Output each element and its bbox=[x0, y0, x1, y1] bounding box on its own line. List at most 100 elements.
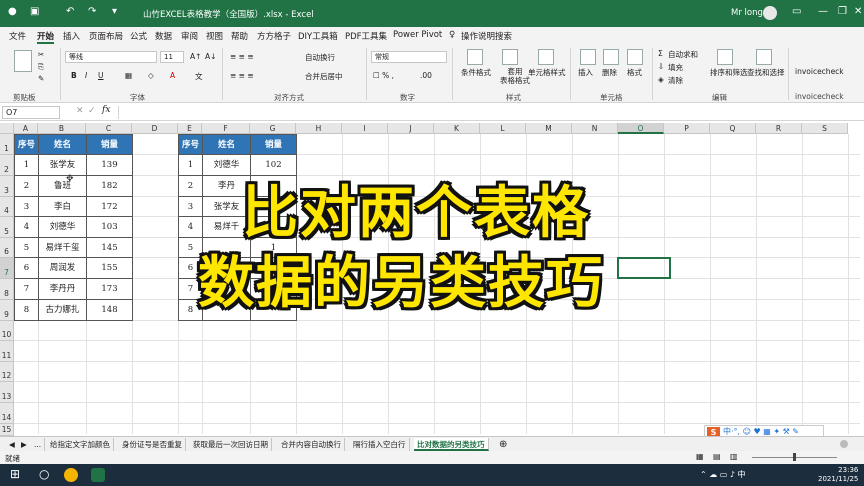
bold-icon[interactable]: B bbox=[71, 71, 77, 80]
tab-file[interactable]: 文件 bbox=[9, 30, 26, 42]
chrome-icon[interactable] bbox=[64, 468, 78, 482]
sheet-tab[interactable]: 隔行插入空白行 bbox=[350, 438, 410, 451]
selected-cell-o7[interactable] bbox=[617, 257, 671, 279]
row-header-3[interactable]: 3 bbox=[0, 176, 14, 197]
clear-button[interactable]: 清除 bbox=[668, 75, 683, 86]
table1-cell[interactable]: 139 bbox=[86, 154, 133, 176]
conditional-format-button[interactable]: 条件格式 bbox=[461, 67, 491, 78]
cut-icon[interactable]: ✂ bbox=[38, 50, 44, 59]
tab-home[interactable]: 开始 bbox=[37, 30, 54, 42]
search-icon[interactable]: ○ bbox=[39, 467, 49, 481]
clear-icon[interactable]: ◈ bbox=[658, 75, 664, 84]
redo-icon[interactable]: ↷ bbox=[88, 6, 96, 17]
tab-diy-toolbox[interactable]: DIY工具箱 bbox=[298, 30, 338, 42]
user-name[interactable]: Mr long bbox=[731, 8, 763, 18]
table1-cell[interactable]: 7 bbox=[14, 278, 39, 300]
sheet-tab[interactable]: 身份证号是否重复 bbox=[119, 438, 186, 451]
copy-icon[interactable]: ⎘ bbox=[38, 62, 44, 72]
table1-cell[interactable]: 145 bbox=[86, 237, 133, 258]
merge-center-button[interactable]: 合并后居中 bbox=[305, 71, 343, 82]
tab-review[interactable]: 审阅 bbox=[181, 30, 198, 42]
row-header-7[interactable]: 7 bbox=[0, 258, 14, 279]
grow-font-icon[interactable]: A↑ bbox=[190, 52, 201, 61]
insert-function-icon[interactable]: fx bbox=[102, 105, 110, 115]
sheet-tab-active[interactable]: 比对数据的另类技巧 bbox=[414, 438, 489, 451]
align-left-icon[interactable]: ≡ ≡ ≡ bbox=[230, 71, 254, 80]
col-header-g[interactable]: G bbox=[250, 123, 296, 134]
system-clock[interactable]: 23:36 2021/11/25 bbox=[818, 466, 858, 484]
table1-cell[interactable]: 5 bbox=[14, 237, 39, 258]
row-header-2[interactable]: 2 bbox=[0, 155, 14, 176]
sheet-tabs-more[interactable]: ... bbox=[31, 438, 46, 451]
name-box[interactable]: O7 bbox=[2, 106, 60, 119]
row-header-1[interactable]: 1 bbox=[0, 134, 14, 155]
insert-cells-button[interactable]: 插入 bbox=[578, 67, 593, 78]
tab-page-layout[interactable]: 页面布局 bbox=[89, 30, 123, 42]
table1-cell[interactable]: 李白 bbox=[38, 196, 87, 217]
phonetic-icon[interactable]: 文 bbox=[195, 71, 203, 82]
zoom-slider-thumb[interactable] bbox=[793, 453, 796, 461]
currency-icon[interactable]: ☐ % , bbox=[373, 71, 394, 80]
table-format-icon[interactable] bbox=[502, 49, 518, 65]
minimize-icon[interactable]: — bbox=[818, 6, 828, 17]
row-header-5[interactable]: 5 bbox=[0, 217, 14, 238]
col-header-i[interactable]: I bbox=[342, 123, 388, 134]
autosum-icon[interactable]: Σ bbox=[658, 49, 663, 58]
normal-view-icon[interactable]: ▦ bbox=[696, 452, 704, 461]
table1-header-name[interactable]: 姓名 bbox=[38, 134, 87, 155]
table2-cell[interactable]: 4 bbox=[178, 216, 203, 238]
find-select-button[interactable]: 查找和选择 bbox=[747, 67, 785, 78]
format-cells-button[interactable]: 格式 bbox=[627, 67, 642, 78]
start-icon[interactable]: ⊞ bbox=[10, 467, 20, 481]
row-header-11[interactable]: 11 bbox=[0, 341, 14, 362]
col-header-d[interactable]: D bbox=[132, 123, 178, 134]
table1-header-seq[interactable]: 序号 bbox=[14, 134, 39, 155]
col-header-s[interactable]: S bbox=[802, 123, 848, 134]
col-header-q[interactable]: Q bbox=[710, 123, 756, 134]
sheet-tab[interactable]: 获取最后一次回访日期 bbox=[190, 438, 272, 451]
tab-view[interactable]: 视图 bbox=[206, 30, 223, 42]
format-cells-icon[interactable] bbox=[627, 49, 643, 65]
table2-header-name[interactable]: 姓名 bbox=[202, 134, 251, 155]
col-header-n[interactable]: N bbox=[572, 123, 618, 134]
table2-header-seq[interactable]: 序号 bbox=[178, 134, 203, 155]
table1-cell[interactable]: 张学友 bbox=[38, 154, 87, 176]
tab-help[interactable]: 帮助 bbox=[231, 30, 248, 42]
cell-style-button[interactable]: 单元格样式 bbox=[528, 67, 566, 78]
table1-cell[interactable]: 182 bbox=[86, 175, 133, 197]
fill-button[interactable]: 填充 bbox=[668, 62, 683, 73]
col-header-h[interactable]: H bbox=[296, 123, 342, 134]
underline-icon[interactable]: U bbox=[98, 71, 104, 80]
table1-cell[interactable]: 4 bbox=[14, 216, 39, 238]
select-all-corner[interactable] bbox=[0, 123, 14, 134]
tab-insert[interactable]: 插入 bbox=[63, 30, 80, 42]
table1-cell[interactable]: 6 bbox=[14, 257, 39, 279]
tab-power-pivot[interactable]: Power Pivot bbox=[393, 30, 442, 40]
table2-cell[interactable]: 2 bbox=[178, 175, 203, 197]
insert-cells-icon[interactable] bbox=[580, 49, 596, 65]
tab-data[interactable]: 数据 bbox=[155, 30, 172, 42]
table1-header-sales[interactable]: 销量 bbox=[86, 134, 133, 155]
save-icon[interactable]: ▣ bbox=[30, 6, 39, 17]
sort-filter-icon[interactable] bbox=[717, 49, 733, 65]
table1-cell[interactable]: 103 bbox=[86, 216, 133, 238]
col-header-a[interactable]: A bbox=[14, 123, 38, 134]
customize-qat-icon[interactable]: ▾ bbox=[112, 6, 117, 17]
autosave-icon[interactable]: ● bbox=[8, 6, 17, 17]
sheet-tab[interactable]: 给指定文字加颜色 bbox=[47, 438, 114, 451]
conditional-format-icon[interactable] bbox=[467, 49, 483, 65]
fill-color-icon[interactable]: ◇ bbox=[148, 71, 154, 80]
sheet-scroll-right-icon[interactable]: ▶ bbox=[18, 438, 30, 451]
format-painter-icon[interactable]: ✎ bbox=[38, 74, 44, 83]
paste-icon[interactable] bbox=[14, 50, 32, 72]
table1-cell[interactable]: 173 bbox=[86, 278, 133, 300]
col-header-c[interactable]: C bbox=[86, 123, 132, 134]
tab-formulas[interactable]: 公式 bbox=[130, 30, 147, 42]
tab-pdf-tools[interactable]: PDF工具集 bbox=[345, 30, 387, 42]
wrap-text-button[interactable]: 自动换行 bbox=[305, 52, 335, 63]
decimal-icon[interactable]: .00 bbox=[420, 71, 432, 80]
row-header-8[interactable]: 8 bbox=[0, 279, 14, 300]
row-header-4[interactable]: 4 bbox=[0, 197, 14, 217]
table1-cell[interactable]: 2 bbox=[14, 175, 39, 197]
table1-cell[interactable]: 鲁班 bbox=[38, 175, 87, 197]
